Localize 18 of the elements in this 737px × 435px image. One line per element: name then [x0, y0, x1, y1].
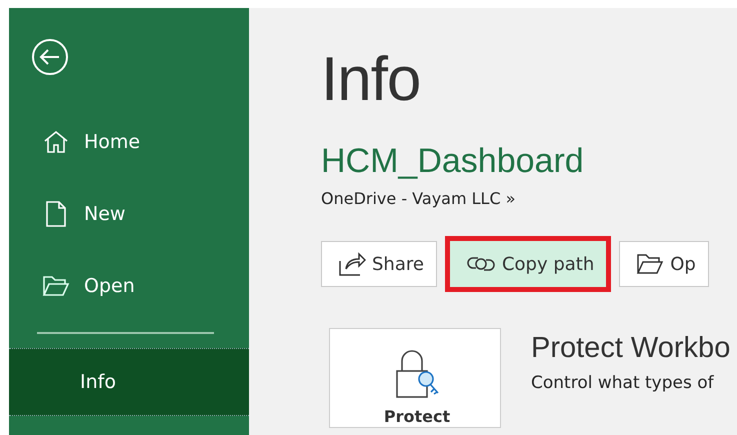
share-button[interactable]: Share: [321, 241, 437, 287]
section-title: Protect Workbo: [531, 332, 730, 365]
protect-workbook-button[interactable]: Protect: [329, 328, 501, 428]
home-icon: [42, 130, 70, 154]
folder-icon: [636, 253, 664, 275]
section-description: Control what types of: [531, 373, 715, 393]
padlock-key-icon: [394, 349, 440, 401]
file-location-link[interactable]: OneDrive - Vayam LLC »: [321, 189, 737, 208]
sidebar-item[interactable]: Home: [9, 106, 249, 178]
open-button[interactable]: Op: [619, 241, 709, 287]
sidebar-item[interactable]: New: [9, 178, 249, 250]
copy-path-button[interactable]: Copy path: [444, 236, 612, 292]
file-name: HCM_Dashboard: [321, 142, 585, 181]
sidebar-item[interactable]: Info: [9, 348, 249, 416]
folder-icon: [42, 275, 70, 297]
share-icon: [338, 251, 366, 277]
page-title: Info: [321, 44, 422, 116]
sidebar-item[interactable]: Open: [9, 250, 249, 322]
